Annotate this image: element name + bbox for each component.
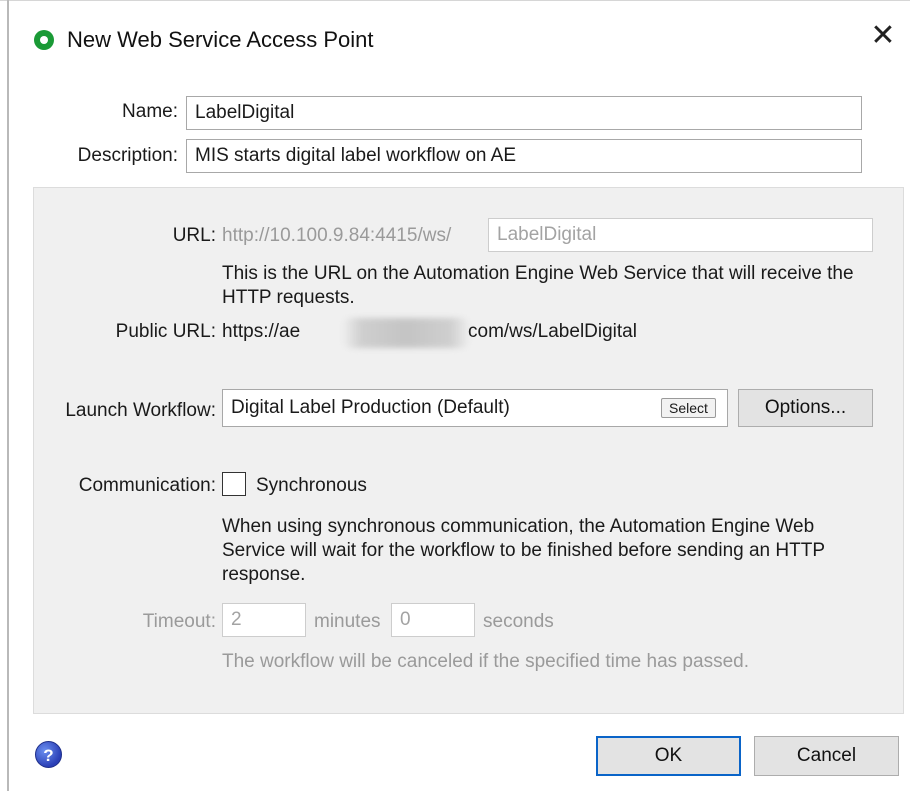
close-icon[interactable]: ✕ — [865, 18, 901, 54]
synchronous-label[interactable]: Synchronous — [256, 475, 367, 497]
public-url-label: Public URL: — [115, 321, 216, 342]
timeout-minutes-unit: minutes — [314, 611, 381, 632]
redacted-blur — [342, 318, 470, 348]
app-status-icon — [34, 30, 54, 50]
timeout-seconds-unit: seconds — [483, 611, 554, 632]
ok-button[interactable]: OK — [596, 736, 741, 776]
timeout-minutes-value: 2 — [231, 609, 242, 630]
workflow-field: Digital Label Production (Default) — [222, 389, 728, 427]
name-value: LabelDigital — [195, 102, 295, 123]
timeout-seconds-value: 0 — [400, 609, 411, 630]
public-url-value-start: https://ae — [222, 321, 301, 342]
description-field[interactable]: MIS starts digital label workflow on AE — [186, 139, 862, 173]
url-prefix: http://10.100.9.84:4415/ws/ — [222, 225, 452, 246]
url-suffix-field: LabelDigital — [488, 218, 873, 252]
description-value: MIS starts digital label workflow on AE — [195, 145, 517, 166]
top-border — [0, 0, 910, 1]
public-url-value-end: com/ws/LabelDigital — [468, 321, 637, 342]
timeout-help-text: The workflow will be canceled if the spe… — [222, 651, 749, 672]
name-field[interactable]: LabelDigital — [186, 96, 862, 130]
url-suffix-value: LabelDigital — [497, 224, 597, 245]
communication-label: Communication: — [78, 475, 216, 496]
communication-help-text: When using synchronous communication, th… — [222, 516, 825, 585]
url-help-text: This is the URL on the Automation Engine… — [222, 263, 854, 308]
name-label: Name: — [122, 101, 178, 122]
select-workflow-button[interactable]: Select — [661, 398, 716, 418]
options-button[interactable]: Options... — [738, 389, 873, 427]
dialog-title: New Web Service Access Point — [67, 27, 374, 52]
help-icon[interactable]: ? — [35, 741, 62, 768]
cancel-button[interactable]: Cancel — [754, 736, 899, 776]
synchronous-checkbox[interactable] — [222, 472, 246, 496]
description-label: Description: — [77, 145, 178, 166]
workflow-value: Digital Label Production (Default) — [231, 397, 510, 418]
launch-workflow-label: Launch Workflow: — [65, 400, 216, 421]
timeout-label: Timeout: — [142, 611, 216, 632]
timeout-seconds-field: 0 — [391, 603, 475, 637]
url-label: URL: — [172, 225, 216, 246]
timeout-minutes-field: 2 — [222, 603, 306, 637]
left-border — [7, 0, 9, 791]
